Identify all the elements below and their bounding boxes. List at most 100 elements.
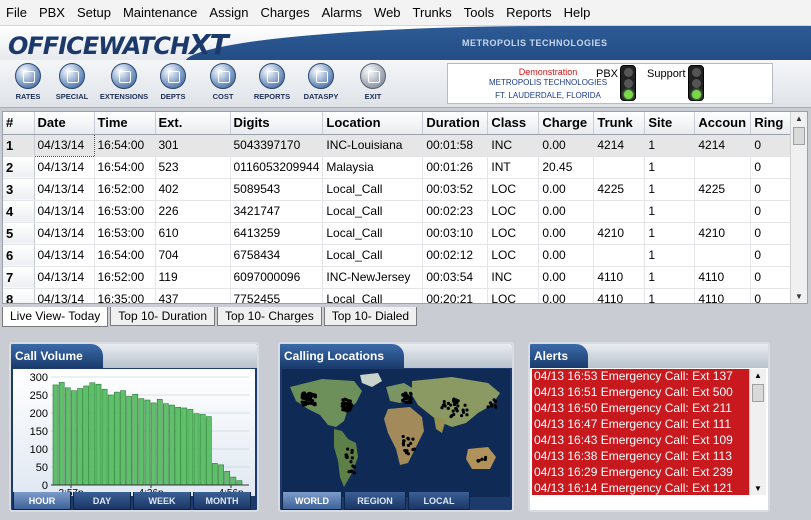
table-cell[interactable] — [694, 244, 752, 267]
table-cell[interactable]: 1 — [644, 156, 696, 179]
table-cell[interactable]: 0.00 — [538, 134, 595, 157]
table-row[interactable]: 7 04/13/14 16:52:00 119 6097000096 INC-NewJer… — [3, 266, 797, 289]
table-cell[interactable]: 16:54:00 — [94, 244, 156, 267]
column-header[interactable]: Site — [644, 112, 696, 135]
table-cell[interactable]: 16:53:00 — [94, 222, 156, 245]
exit-button[interactable]: EXIT — [345, 63, 401, 105]
table-cell[interactable] — [593, 200, 646, 223]
table-cell[interactable]: LOC — [487, 288, 540, 303]
column-header[interactable]: # — [3, 112, 35, 135]
table-cell[interactable]: INC-Louisiana — [322, 134, 424, 157]
table-cell[interactable]: 00:03:10 — [422, 222, 489, 245]
table-row[interactable]: 1 04/13/14 16:54:00 301 5043397170 INC-Louisi… — [3, 133, 797, 157]
table-row[interactable]: 6 04/13/14 16:54:00 704 6758434 Local_Call 00:… — [3, 244, 797, 267]
table-cell[interactable]: 6097000096 — [230, 266, 324, 289]
alerts-scroll-up-icon[interactable]: ▲ — [754, 371, 762, 380]
table-cell[interactable]: 4110 — [694, 288, 752, 303]
table-cell[interactable]: 4110 — [593, 266, 646, 289]
table-cell[interactable]: Local_Call — [322, 178, 424, 201]
table-cell[interactable]: 4214 — [694, 134, 752, 157]
table-cell[interactable]: Local_Call — [322, 244, 424, 267]
table-cell[interactable]: 1 — [644, 244, 696, 267]
menu-help[interactable]: Help — [558, 0, 597, 26]
table-cell[interactable]: 1 — [644, 266, 696, 289]
menu-file[interactable]: File — [0, 0, 33, 26]
call-volume-tab-hour[interactable]: HOUR — [13, 492, 71, 510]
table-row[interactable]: 5 04/13/14 16:53:00 610 6413259 Local_Call 00:… — [3, 222, 797, 245]
table-cell[interactable]: 0116053209944 — [230, 156, 324, 179]
table-cell[interactable]: 437 — [155, 288, 231, 303]
table-cell[interactable]: 00:02:23 — [422, 200, 489, 223]
dataspy-button[interactable]: DATASPY — [293, 63, 349, 105]
table-cell[interactable]: 0.00 — [538, 200, 595, 223]
table-cell[interactable]: INC-NewJersey — [322, 266, 424, 289]
table-cell[interactable]: 00:01:26 — [422, 156, 489, 179]
table-cell[interactable]: LOC — [487, 222, 540, 245]
table-cell[interactable]: 04/13/14 — [34, 244, 95, 267]
alerts-scroll-down-icon[interactable]: ▼ — [754, 484, 762, 493]
table-cell[interactable]: 0.00 — [538, 244, 595, 267]
menu-assign[interactable]: Assign — [203, 0, 254, 26]
table-cell[interactable]: 3421747 — [230, 200, 324, 223]
table-cell[interactable]: 1 — [644, 178, 696, 201]
table-cell[interactable]: 4210 — [694, 222, 752, 245]
table-cell[interactable]: Local_Call — [322, 288, 424, 303]
table-cell[interactable]: 226 — [155, 200, 231, 223]
table-cell[interactable]: Local_Call — [322, 222, 424, 245]
table-cell[interactable]: 5043397170 — [230, 134, 324, 157]
table-cell[interactable]: 04/13/14 — [34, 178, 95, 201]
table-cell[interactable]: 6413259 — [230, 222, 324, 245]
table-cell[interactable] — [694, 200, 752, 223]
alert-item[interactable]: 04/13 16:29 Emergency Call: Ext 239 — [532, 465, 750, 481]
table-cell[interactable]: 0.00 — [538, 288, 595, 303]
table-cell[interactable]: 00:03:52 — [422, 178, 489, 201]
table-cell[interactable]: 16:35:00 — [94, 288, 156, 303]
table-cell[interactable]: 0.00 — [538, 222, 595, 245]
table-cell[interactable]: LOC — [487, 244, 540, 267]
table-cell[interactable]: 00:03:54 — [422, 266, 489, 289]
table-cell[interactable]: 04/13/14 — [34, 266, 95, 289]
table-cell[interactable] — [593, 244, 646, 267]
alert-item[interactable]: 04/13 16:47 Emergency Call: Ext 111 — [532, 417, 750, 433]
table-cell[interactable]: 4225 — [593, 178, 646, 201]
table-cell[interactable]: 0.00 — [538, 266, 595, 289]
table-cell[interactable]: LOC — [487, 178, 540, 201]
call-volume-tab-week[interactable]: WEEK — [133, 492, 191, 510]
alert-item[interactable]: 04/13 16:51 Emergency Call: Ext 500 — [532, 385, 750, 401]
table-cell[interactable]: 16:52:00 — [94, 266, 156, 289]
calling-locations-tab-world[interactable]: WORLD — [282, 492, 342, 510]
table-cell[interactable]: 4214 — [593, 134, 646, 157]
table-cell[interactable]: Malaysia — [322, 156, 424, 179]
world-map[interactable] — [282, 369, 510, 497]
menu-charges[interactable]: Charges — [254, 0, 315, 26]
reports-button[interactable]: REPORTS — [244, 63, 300, 105]
column-header[interactable]: Digits — [230, 112, 324, 135]
table-cell[interactable]: 5089543 — [230, 178, 324, 201]
table-row[interactable]: 3 04/13/14 16:52:00 402 5089543 Local_Call 00:… — [3, 178, 797, 201]
table-row[interactable]: 8 04/13/14 16:35:00 437 7752455 Local_Call 00:… — [3, 288, 797, 303]
table-cell[interactable]: 20.45 — [538, 156, 595, 179]
table-cell[interactable]: 523 — [155, 156, 231, 179]
table-cell[interactable]: 1 — [644, 134, 696, 157]
table-cell[interactable]: 1 — [644, 200, 696, 223]
table-cell[interactable]: 4210 — [593, 222, 646, 245]
table-cell[interactable]: 704 — [155, 244, 231, 267]
table-cell[interactable]: LOC — [487, 200, 540, 223]
table-cell[interactable]: 04/13/14 — [34, 222, 95, 245]
table-cell[interactable]: 16:52:00 — [94, 178, 156, 201]
table-cell[interactable]: 04/13/14 — [33, 133, 95, 157]
tab-top-10-duration[interactable]: Top 10- Duration — [110, 307, 215, 326]
alert-item[interactable]: 04/13 16:14 Emergency Call: Ext 121 — [532, 481, 750, 495]
menu-setup[interactable]: Setup — [71, 0, 117, 26]
call-volume-tab-month[interactable]: MONTH — [193, 492, 251, 510]
menu-web[interactable]: Web — [368, 0, 407, 26]
table-cell[interactable]: 4110 — [593, 288, 646, 303]
column-header[interactable]: Charge — [538, 112, 595, 135]
table-cell[interactable]: 1 — [644, 288, 696, 303]
column-header[interactable]: Ext. — [155, 112, 231, 135]
alert-item[interactable]: 04/13 16:38 Emergency Call: Ext 113 — [532, 449, 750, 465]
table-row[interactable]: 2 04/13/14 16:54:00 523 0116053209944 Malaysi… — [3, 156, 797, 179]
table-cell[interactable]: 16:54:00 — [94, 134, 156, 157]
column-header[interactable]: Location — [322, 112, 424, 135]
table-cell[interactable]: 04/13/14 — [34, 288, 95, 303]
